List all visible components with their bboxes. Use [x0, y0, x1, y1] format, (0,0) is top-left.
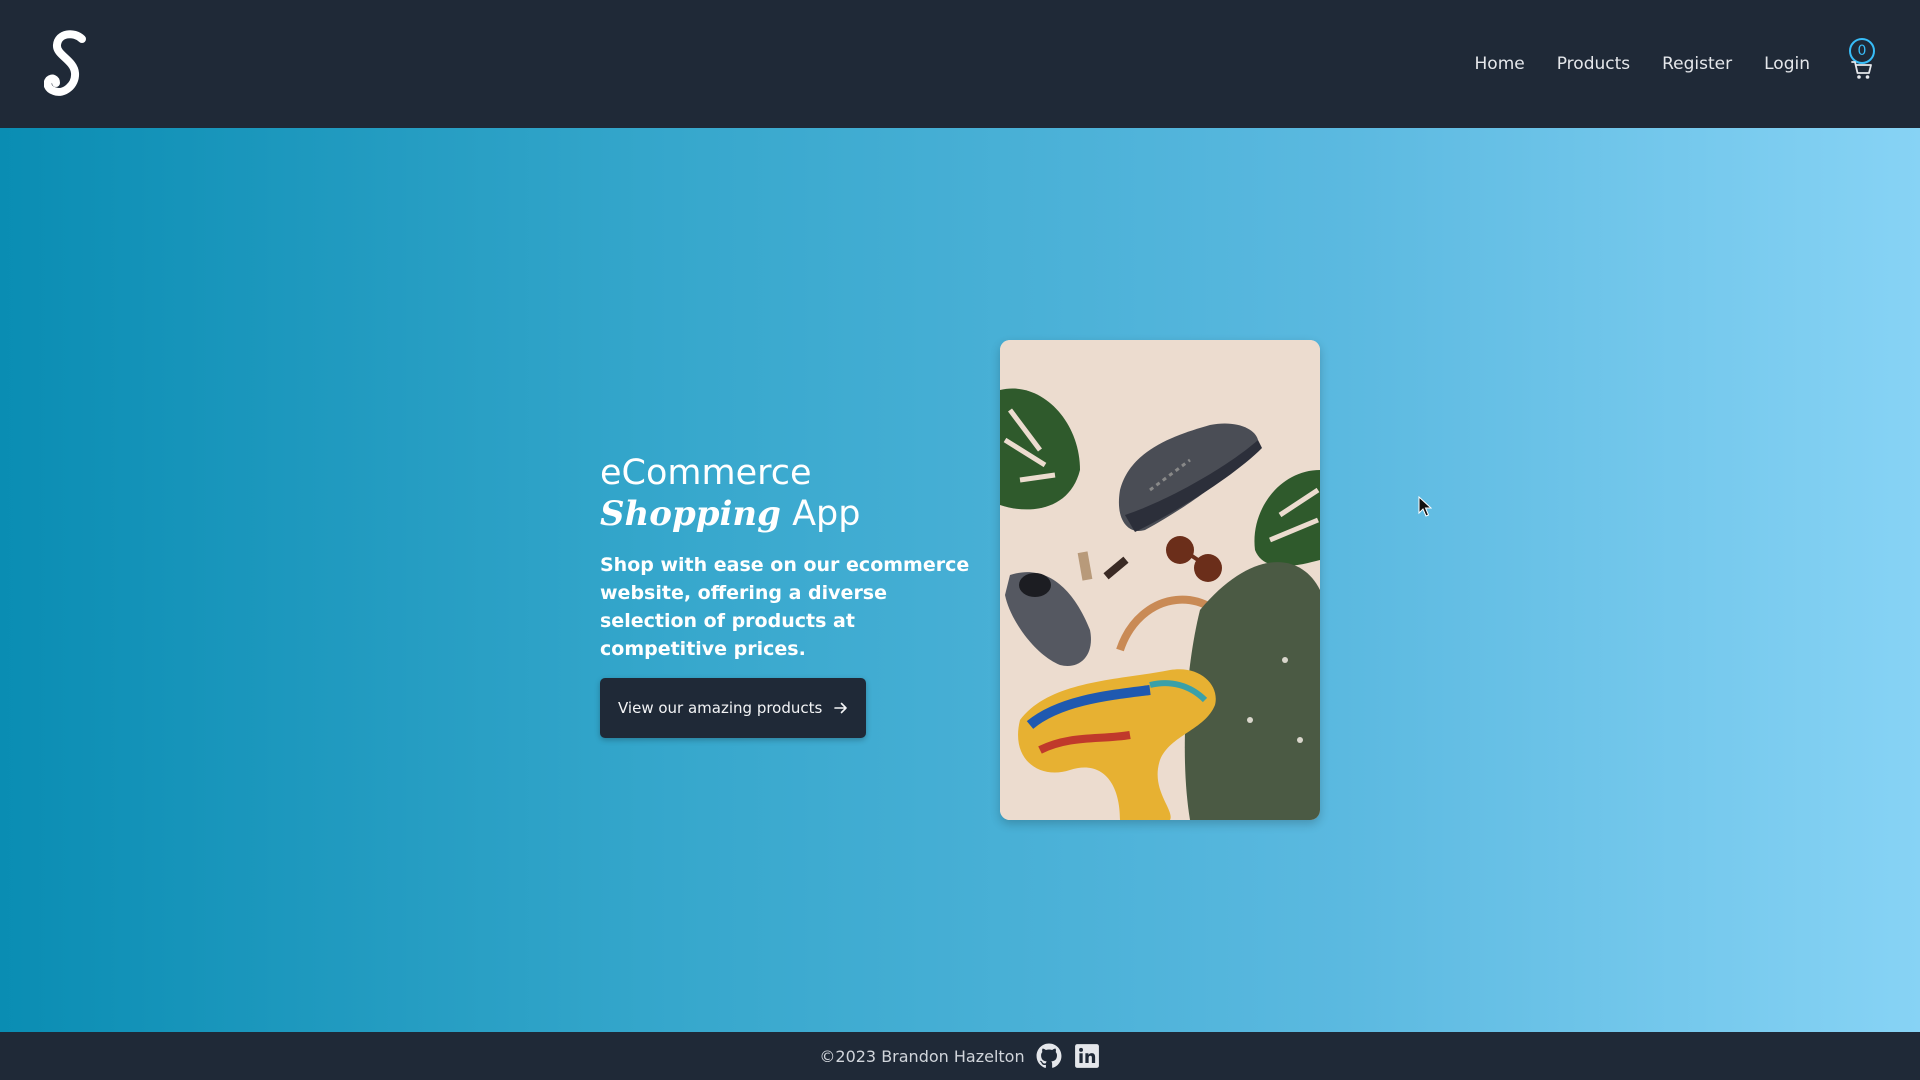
cart-button[interactable]: 0: [1848, 38, 1876, 82]
mouse-pointer-icon: [1418, 496, 1432, 517]
site-footer: ©2023 Brandon Hazelton: [0, 1032, 1920, 1080]
hero-product-image: [1000, 340, 1320, 820]
hero-title-end: App: [792, 494, 861, 534]
hero-subtitle: Shop with ease on our ecommerce website,…: [600, 554, 970, 660]
nav-home-link[interactable]: Home: [1475, 54, 1525, 74]
shopping-cart-icon: [1851, 61, 1872, 79]
hero-section: eCommerce Shopping App Shop with ease on…: [0, 128, 1920, 1032]
hero-text-block: eCommerce Shopping App Shop with ease on…: [600, 453, 980, 738]
nav-login-link[interactable]: Login: [1764, 54, 1810, 74]
github-link[interactable]: [1035, 1042, 1063, 1070]
copyright-text: ©2023 Brandon Hazelton: [819, 1046, 1025, 1066]
flatlay-products-illustration: [1000, 340, 1320, 820]
top-navbar: Home Products Register Login 0: [0, 0, 1920, 128]
site-logo[interactable]: [44, 29, 90, 99]
nav-products-link[interactable]: Products: [1557, 54, 1630, 74]
arrow-right-icon: [834, 702, 848, 714]
nav-register-link[interactable]: Register: [1662, 54, 1732, 74]
view-products-button[interactable]: View our amazing products: [600, 678, 867, 738]
hero-title-script: Shopping: [600, 494, 781, 534]
hero-title: eCommerce Shopping App: [600, 453, 980, 535]
main-nav: Home Products Register Login: [1475, 54, 1810, 74]
hero-title-line1: eCommerce: [600, 453, 812, 493]
view-products-label: View our amazing products: [618, 699, 823, 717]
linkedin-link[interactable]: [1073, 1042, 1101, 1070]
linkedin-icon: [1074, 1044, 1099, 1068]
github-icon: [1036, 1043, 1062, 1068]
logo-s-icon: [44, 30, 86, 96]
